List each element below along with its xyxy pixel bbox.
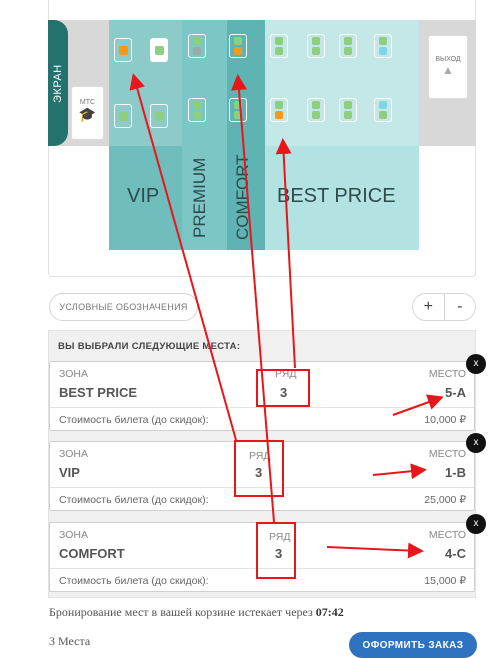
- remove-ticket-button[interactable]: x: [466, 514, 486, 534]
- ticket-card: ЗОНА VIP РЯД 3 МЕСТО 1-В Стоимость билет…: [49, 441, 475, 511]
- seat-value: 1-В: [445, 465, 466, 480]
- row-label: РЯД: [249, 450, 271, 462]
- booking-expiry: Бронирование мест в вашей корзине истека…: [49, 605, 344, 620]
- seat[interactable]: [150, 38, 168, 62]
- seat[interactable]: [270, 98, 288, 122]
- row-value: 3: [275, 546, 283, 561]
- exit-label: ВЫХОД: [435, 56, 461, 63]
- seat-label: МЕСТО: [428, 448, 466, 460]
- row-value: 3: [280, 385, 288, 400]
- seat-value: 4-С: [445, 546, 466, 561]
- zone-label-vip: VIP: [127, 185, 160, 207]
- seat[interactable]: [270, 34, 288, 58]
- expiry-text: Бронирование мест в вашей корзине истека…: [49, 605, 313, 619]
- price-label: Стоимость билета (до скидок):: [59, 414, 209, 426]
- ticket-card: ЗОНА COMFORT РЯД 3 МЕСТО 4-С Стоимость б…: [49, 522, 475, 592]
- seat[interactable]: [339, 34, 357, 58]
- seat[interactable]: [374, 34, 392, 58]
- row-value: 3: [255, 465, 263, 480]
- zoom-in-button[interactable]: +: [413, 294, 444, 320]
- price-value: 25,000 ₽: [424, 494, 466, 506]
- remove-ticket-button[interactable]: x: [466, 433, 486, 453]
- zone-value: VIP: [59, 465, 80, 480]
- zoom-out-button[interactable]: -: [443, 294, 475, 320]
- seat[interactable]: [307, 98, 325, 122]
- seat-label: МЕСТО: [428, 529, 466, 541]
- seat-label: МЕСТО: [428, 368, 466, 380]
- seat[interactable]: [374, 98, 392, 122]
- place-order-button[interactable]: ОФОРМИТЬ ЗАКАЗ: [349, 632, 477, 658]
- seat[interactable]: [188, 98, 206, 122]
- seat[interactable]: [150, 104, 168, 128]
- divider: [50, 568, 474, 569]
- row-label: РЯД: [269, 531, 291, 543]
- expiry-timer: 07:42: [315, 605, 344, 619]
- screen-label: ЭКРАН: [52, 64, 64, 104]
- zone-label: ЗОНА: [59, 368, 88, 380]
- zoom-control: + -: [412, 293, 476, 321]
- seat-value: 5-А: [445, 385, 466, 400]
- zone-value: COMFORT: [59, 546, 125, 561]
- zone-value: BEST PRICE: [59, 385, 138, 400]
- person-exit-icon: ▲: [442, 63, 454, 77]
- zone-label-best-price: BEST PRICE: [277, 185, 396, 207]
- seat[interactable]: [307, 34, 325, 58]
- divider: [50, 407, 474, 408]
- seat[interactable]: [339, 98, 357, 122]
- mts-logo: МТС 🎓: [71, 86, 104, 140]
- price-value: 15,000 ₽: [424, 575, 466, 587]
- remove-ticket-button[interactable]: x: [466, 354, 486, 374]
- zone-label-premium: PREMIUM: [190, 157, 209, 238]
- mts-label: МТС: [79, 99, 96, 106]
- price-value: 10,000 ₽: [424, 414, 466, 426]
- seat[interactable]: [229, 98, 247, 122]
- seat[interactable]: [114, 104, 132, 128]
- price-label: Стоимость билета (до скидок):: [59, 494, 209, 506]
- ticket-card: ЗОНА BEST PRICE РЯД 3 МЕСТО 5-А Стоимост…: [49, 361, 475, 431]
- legend-button[interactable]: УСЛОВНЫЕ ОБОЗНАЧЕНИЯ: [49, 293, 198, 321]
- selection-header: ВЫ ВЫБРАЛИ СЛЕДУЮЩИЕ МЕСТА:: [58, 341, 241, 352]
- row-label: РЯД: [275, 368, 297, 380]
- seat-count: 3 Места: [49, 634, 91, 648]
- zone-label: ЗОНА: [59, 448, 88, 460]
- zone-label: ЗОНА: [59, 529, 88, 541]
- price-label: Стоимость билета (до скидок):: [59, 575, 209, 587]
- exit-sign: ВЫХОД ▲: [428, 35, 468, 99]
- divider: [50, 487, 474, 488]
- zone-label-comfort: COMFORT: [233, 154, 252, 241]
- graduation-cap-icon: 🎓: [78, 106, 97, 122]
- seat[interactable]: [188, 34, 206, 58]
- seat[interactable]: [229, 34, 247, 58]
- seat[interactable]: [114, 38, 132, 62]
